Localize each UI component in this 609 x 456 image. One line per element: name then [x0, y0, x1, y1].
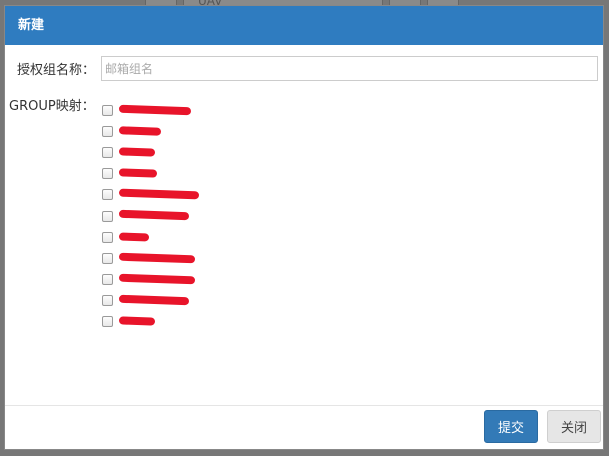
group-mapping-list: [102, 100, 200, 332]
option-checkbox[interactable]: [102, 252, 113, 264]
option-checkbox[interactable]: [102, 210, 113, 222]
group-mapping-option[interactable]: [102, 184, 200, 205]
redaction-mark: [118, 147, 156, 157]
group-name-input[interactable]: [101, 56, 598, 81]
redaction-mark: [118, 188, 200, 200]
option-checkbox[interactable]: [102, 147, 113, 159]
option-checkbox[interactable]: [102, 231, 113, 243]
option-checkbox[interactable]: [102, 315, 113, 327]
redaction-mark: [118, 294, 190, 306]
redaction-mark: [118, 168, 158, 178]
redaction-mark: [118, 232, 150, 242]
redaction-mark: [118, 126, 162, 136]
new-dialog: 新建 授权组名称： GROUP映射： 提交 关闭: [4, 5, 604, 450]
group-mapping-option[interactable]: [102, 205, 190, 226]
group-mapping-option[interactable]: [102, 248, 196, 269]
group-mapping-label: GROUP映射：: [9, 99, 95, 114]
dialog-footer: 提交 关闭: [5, 405, 603, 449]
group-mapping-option[interactable]: [102, 290, 190, 311]
option-checkbox[interactable]: [102, 168, 113, 180]
redaction-mark: [118, 316, 156, 326]
group-mapping-option[interactable]: [102, 163, 158, 184]
option-checkbox[interactable]: [102, 105, 113, 117]
option-checkbox[interactable]: [102, 273, 113, 285]
group-mapping-option[interactable]: [102, 311, 156, 332]
redaction-mark: [118, 104, 192, 116]
group-name-label: 授权组名称：: [17, 63, 96, 78]
group-mapping-option[interactable]: [102, 269, 196, 290]
group-mapping-option[interactable]: [102, 142, 156, 163]
redaction-mark: [118, 252, 196, 263]
redaction-mark: [118, 210, 190, 221]
close-button[interactable]: 关闭: [547, 410, 601, 443]
option-checkbox[interactable]: [102, 126, 113, 138]
option-checkbox[interactable]: [102, 294, 113, 306]
option-checkbox[interactable]: [102, 189, 113, 201]
group-mapping-option[interactable]: [102, 100, 192, 121]
submit-button[interactable]: 提交: [484, 410, 538, 443]
group-mapping-option[interactable]: [102, 227, 150, 248]
group-mapping-option[interactable]: [102, 121, 162, 142]
dialog-title: 新建: [18, 18, 45, 33]
dialog-header: 新建: [5, 6, 603, 45]
redaction-mark: [118, 273, 196, 285]
